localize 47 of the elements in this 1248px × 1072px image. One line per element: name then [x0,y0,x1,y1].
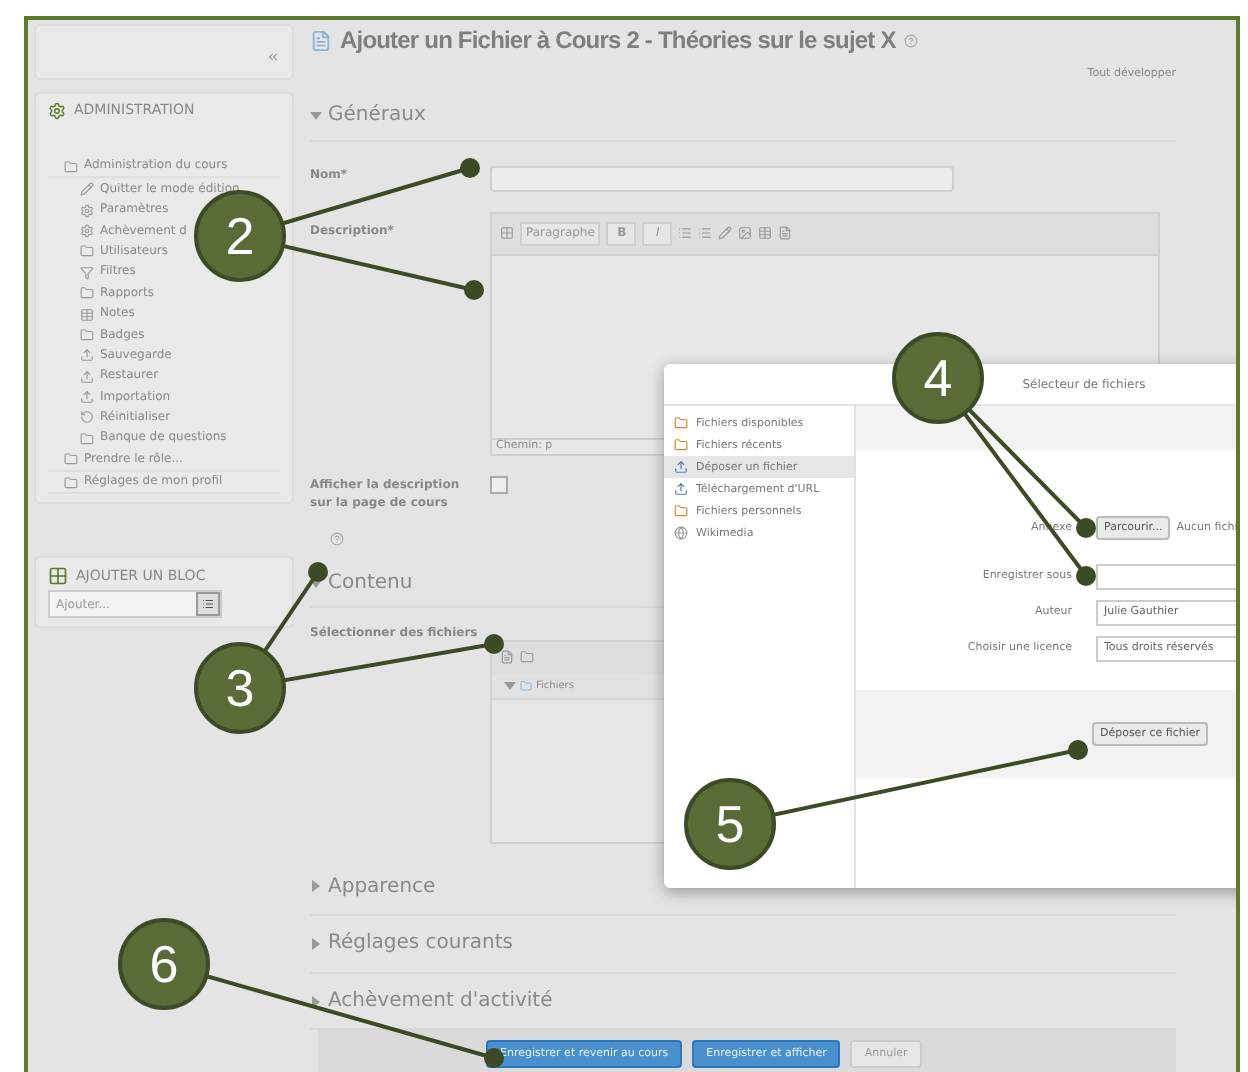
gear-icon [80,203,94,218]
gear-icon [48,102,66,121]
section-title[interactable]: Généraux [328,104,426,127]
folder-icon [64,452,78,467]
upload-icon [80,390,94,405]
file-icon [310,29,332,52]
gear-icon [80,223,94,238]
folder-icon [520,650,534,665]
page-title: Ajouter un Fichier à Cours 2 - Théories sur le sujet X [340,26,896,55]
grid-icon [48,566,68,587]
folder-icon [674,438,688,452]
upload-icon [674,482,688,496]
table-icon [80,307,94,322]
save-as-field[interactable] [1096,563,1236,589]
folder-icon [80,286,94,301]
section-title[interactable]: Apparence [328,875,436,898]
toolbar-toggle-icon [500,226,514,241]
reset-icon [80,410,94,425]
section-title[interactable]: Réglages courants [328,932,513,955]
folder-icon [64,475,78,490]
name-field[interactable] [490,165,954,192]
section-title[interactable]: Contenu [328,572,413,595]
section-title[interactable]: Achèvement d'activité [328,990,553,1013]
upload-icon [674,460,688,474]
list-icon [698,226,713,241]
upload-icon [80,369,94,384]
caret-icon[interactable] [310,995,322,1008]
folder-icon [80,431,94,446]
file-icon [778,226,793,241]
folder-icon [674,504,688,518]
add-file-icon [500,650,514,665]
dropdown-icon [202,598,214,611]
filter-icon [80,265,94,280]
pencil-icon [80,182,94,197]
help-icon [330,531,344,546]
collapse-icon [266,50,280,64]
globe-icon [674,526,688,540]
upload-icon [80,348,94,363]
help-icon [903,33,918,48]
list-icon [678,226,693,241]
folder-icon [674,416,688,430]
folder-icon [80,327,94,342]
image-icon [738,226,753,241]
folder-icon [64,159,78,174]
checkbox[interactable] [490,475,508,494]
folder-icon [80,244,94,259]
folder-icon [520,679,532,692]
